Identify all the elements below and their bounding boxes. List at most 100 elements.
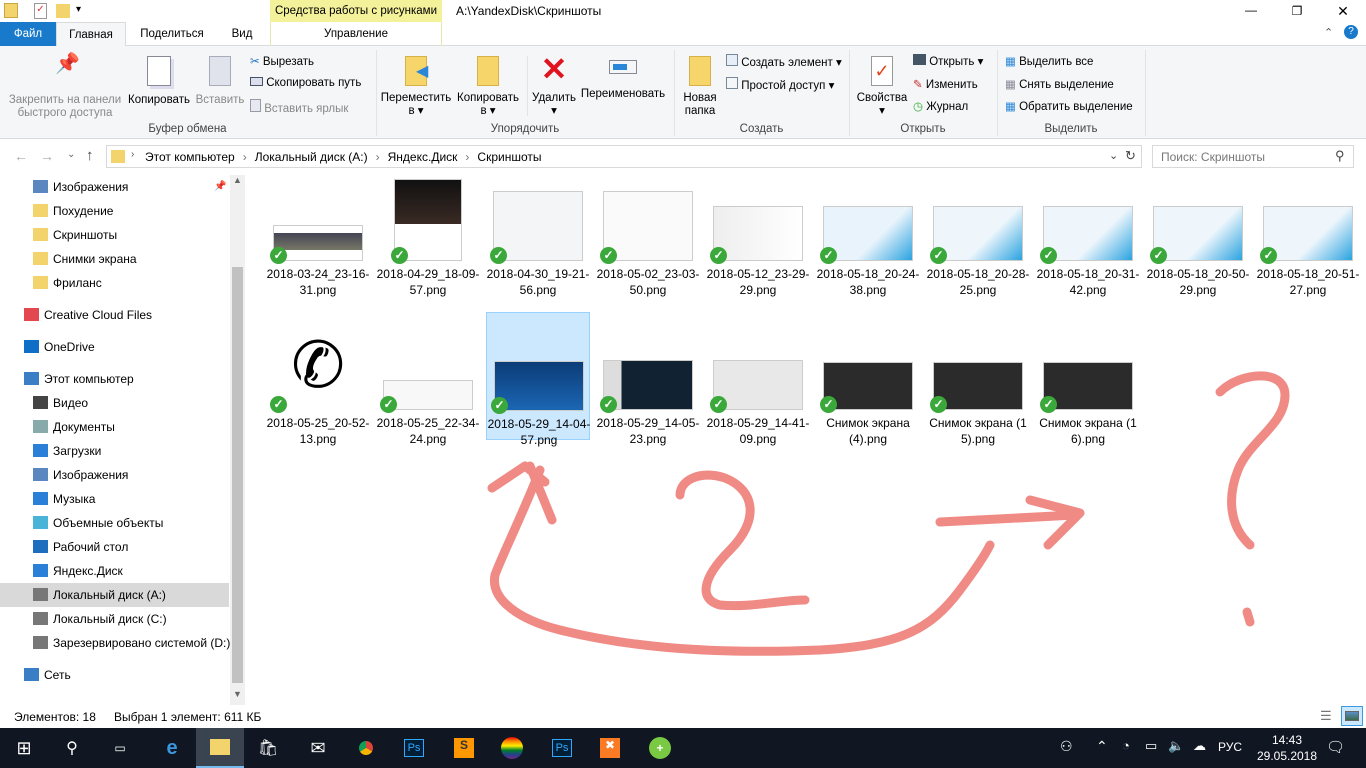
select-all-button[interactable]: ▦ Выделить все	[1005, 54, 1093, 68]
store-button[interactable]: 🛍	[244, 728, 292, 768]
help-icon[interactable]: ?	[1344, 25, 1358, 39]
breadcrumb-item[interactable]: Локальный диск (A:)	[255, 150, 368, 164]
recent-locations-button[interactable]: ⌄	[67, 149, 75, 160]
collapse-ribbon-icon[interactable]: ⌃	[1324, 26, 1333, 39]
nav-scrollbar[interactable]: ▲ ▼	[230, 175, 245, 705]
select-none-button[interactable]: ▦ Снять выделение	[1005, 77, 1114, 91]
file-item[interactable]: ✓ 2018-05-18_20-28-25.png	[926, 177, 1030, 308]
edge-button[interactable]: e	[148, 728, 196, 768]
invert-selection-button[interactable]: ▦ Обратить выделение	[1005, 99, 1133, 113]
tab-manage[interactable]: Управление	[270, 22, 442, 46]
file-item[interactable]: ✓ 2018-05-18_20-24-38.png	[816, 177, 920, 308]
large-icons-view-button[interactable]	[1341, 706, 1363, 726]
nav-item[interactable]: Загрузки	[0, 439, 229, 463]
scroll-down-icon[interactable]: ▼	[230, 689, 245, 704]
refresh-icon[interactable]: ↻	[1125, 148, 1136, 164]
file-item[interactable]: ✓ 2018-05-29_14-05-23.png	[596, 312, 700, 446]
edit-button[interactable]: ✎ Изменить	[913, 77, 978, 91]
nav-item[interactable]: OneDrive	[0, 335, 229, 359]
nav-item[interactable]: Creative Cloud Files	[0, 303, 229, 327]
clock[interactable]: 14:43 29.05.2018	[1252, 732, 1322, 764]
new-folder-button[interactable]: Новая папка	[678, 56, 722, 118]
nav-item[interactable]: Сеть	[0, 663, 229, 687]
properties-qat-icon[interactable]: ✓	[34, 3, 47, 19]
cut-button[interactable]: ✂ Вырезать	[250, 54, 314, 68]
battery-icon[interactable]: ▭	[1145, 738, 1157, 754]
start-button[interactable]: ⊞	[0, 728, 48, 768]
nav-item[interactable]: Рабочий стол	[0, 535, 229, 559]
sublime-button[interactable]: S	[440, 728, 488, 768]
properties-button[interactable]: ✓ Свойства ▾	[854, 56, 910, 118]
yandex-disk-tray-icon[interactable]: ☁	[1193, 738, 1206, 754]
file-item[interactable]: ✓ 2018-05-29_14-41-09.png	[706, 312, 810, 446]
breadcrumb-item[interactable]: Этот компьютер	[145, 150, 235, 164]
chrome-button[interactable]	[342, 728, 390, 768]
file-item[interactable]: ✓ 2018-05-29_14-04-57.png	[486, 312, 590, 447]
copy-to-button[interactable]: Копировать в ▾	[454, 56, 522, 118]
up-button[interactable]: ↑	[86, 147, 94, 164]
show-hidden-icons-button[interactable]: ⌃	[1096, 738, 1108, 755]
pin-icon[interactable]: 📌	[214, 175, 226, 199]
xampp-button[interactable]: ✖	[586, 728, 634, 768]
file-item[interactable]: ✓ Снимок экрана (16).png	[1036, 312, 1140, 446]
paste-button[interactable]: Вставить	[194, 56, 246, 107]
file-item[interactable]: ✓ 2018-05-12_23-29-29.png	[706, 177, 810, 308]
file-item[interactable]: ✓ 2018-05-25_22-34-24.png	[376, 312, 480, 446]
file-item[interactable]: ✓ 2018-04-30_19-21-56.png	[486, 177, 590, 308]
copy-path-button[interactable]: Скопировать путь	[250, 77, 361, 89]
nav-item[interactable]: Изображения	[0, 463, 229, 487]
breadcrumb-item[interactable]: Скриншоты	[477, 150, 541, 164]
file-item[interactable]: ✓ Снимок экрана (15).png	[926, 312, 1030, 446]
mail-button[interactable]: ✉	[294, 728, 342, 768]
rename-button[interactable]: Переименовать	[578, 56, 668, 101]
nav-item[interactable]: Документы	[0, 415, 229, 439]
file-item[interactable]: ✓ 2018-05-18_20-31-42.png	[1036, 177, 1140, 308]
file-item[interactable]: ✆ ✓ 2018-05-25_20-52-13.png	[266, 312, 370, 446]
delete-button[interactable]: ✕ Удалить ▾	[530, 52, 578, 118]
minimize-button[interactable]: —	[1228, 0, 1274, 22]
search-input[interactable]: Поиск: Скриншоты ⚲	[1152, 145, 1354, 168]
nav-item[interactable]: Музыка	[0, 487, 229, 511]
open-button[interactable]: Открыть ▾	[913, 54, 983, 68]
nav-item[interactable]: Этот компьютер	[0, 367, 229, 391]
address-dropdown-icon[interactable]: ⌄	[1109, 149, 1118, 162]
maximize-button[interactable]: ❐	[1274, 0, 1320, 22]
file-item[interactable]: ✓ 2018-04-29_18-09-57.png	[376, 177, 480, 308]
nav-item[interactable]: Снимки экрана	[0, 247, 229, 271]
file-item[interactable]: ✓ 2018-05-18_20-51-27.png	[1256, 177, 1360, 308]
tab-home[interactable]: Главная	[56, 22, 126, 47]
explorer-taskbar-button[interactable]	[196, 728, 244, 768]
tab-file[interactable]: Файл	[0, 22, 56, 46]
scroll-up-icon[interactable]: ▲	[230, 175, 245, 190]
address-field[interactable]: › Этот компьютер › Локальный диск (A:) › Янд…	[106, 145, 1142, 168]
search-taskbar-button[interactable]: ⚲	[48, 728, 96, 768]
task-view-button[interactable]: ▭	[96, 728, 144, 768]
volume-icon[interactable]: 🔈	[1168, 738, 1184, 754]
nav-item[interactable]: Похудение	[0, 199, 229, 223]
scrollbar-thumb[interactable]	[232, 267, 243, 683]
nav-item[interactable]: Локальный диск (C:)	[0, 607, 229, 631]
photoshop-2-button[interactable]: Ps	[538, 728, 586, 768]
nav-item[interactable]: Скриншоты	[0, 223, 229, 247]
photoshop-button[interactable]: Ps	[390, 728, 438, 768]
nav-item[interactable]: Изображения 📌	[0, 175, 229, 199]
close-button[interactable]: ✕	[1320, 0, 1366, 22]
tab-view[interactable]: Вид	[220, 22, 264, 46]
file-item[interactable]: ✓ 2018-05-02_23-03-50.png	[596, 177, 700, 308]
move-to-button[interactable]: ◀ Переместить в ▾	[380, 56, 452, 118]
breadcrumb-item[interactable]: Яндекс.Диск	[388, 150, 458, 164]
back-button[interactable]: ←	[14, 148, 28, 164]
file-item[interactable]: ✓ 2018-05-18_20-50-29.png	[1146, 177, 1250, 308]
nav-item[interactable]: Локальный диск (A:)	[0, 583, 229, 607]
nav-item[interactable]: Объемные объекты	[0, 511, 229, 535]
lgbt-app-button[interactable]	[488, 728, 536, 768]
new-folder-qat-icon[interactable]	[56, 4, 70, 18]
nav-item[interactable]: Видео	[0, 391, 229, 415]
nav-item[interactable]: Фриланс	[0, 271, 229, 295]
history-button[interactable]: ◷ Журнал	[913, 99, 968, 113]
green-plus-app-button[interactable]: +	[636, 728, 684, 768]
details-view-button[interactable]: ☰	[1320, 708, 1338, 724]
nav-item[interactable]: Зарезервировано системой (D:)	[0, 631, 230, 655]
copy-button[interactable]: Копировать	[126, 56, 192, 107]
language-indicator[interactable]: РУС	[1218, 740, 1242, 754]
